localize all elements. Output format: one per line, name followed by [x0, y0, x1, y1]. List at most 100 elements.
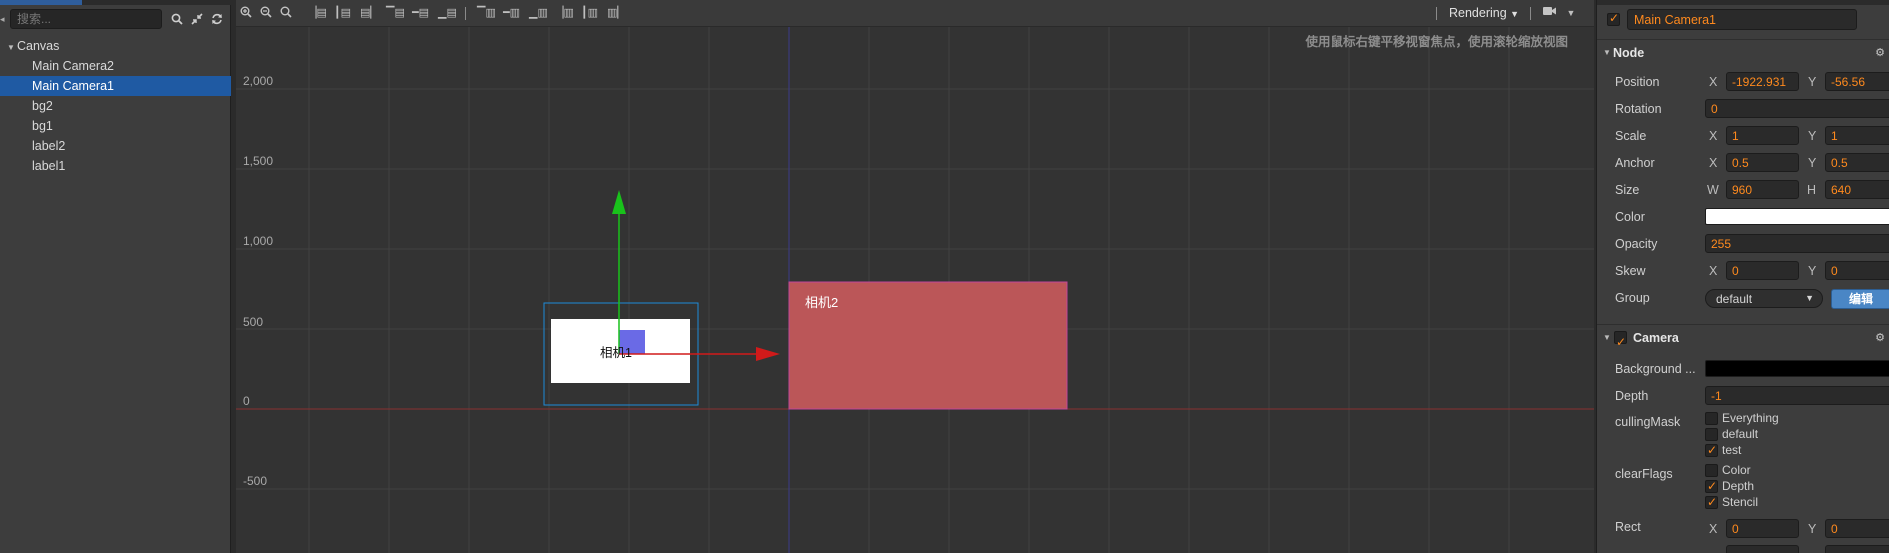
position-y-field[interactable]: -56.56	[1825, 72, 1889, 91]
camera-enabled-checkbox[interactable]	[1614, 329, 1627, 355]
scene-hint: 使用鼠标右键平移视窗焦点，使用滚轮缩放视图	[1305, 35, 1568, 49]
inspector-panel: Main Camera1 ▼ Node ⚙ Position X -1922.9…	[1596, 0, 1889, 553]
align-right-icon[interactable]: ▤▏	[360, 6, 379, 20]
rect-h-field[interactable]	[1825, 545, 1889, 553]
rect-w-field[interactable]	[1726, 545, 1799, 553]
skew-y-field[interactable]: 0	[1825, 261, 1889, 280]
distribute-vcenter-icon[interactable]: ━▥	[503, 6, 520, 20]
tree-node-label: Canvas	[17, 39, 60, 53]
checkbox-checked[interactable]	[1705, 478, 1718, 494]
node-name-field[interactable]: Main Camera1	[1627, 9, 1857, 30]
search-icon[interactable]	[170, 13, 184, 27]
section-expand-icon[interactable]: ▼	[1603, 40, 1611, 66]
distribute-left-icon[interactable]: ▕▥	[555, 6, 574, 20]
skew-x-label: X	[1709, 264, 1718, 278]
gizmo-up-arrow-icon[interactable]	[612, 190, 626, 214]
zoom-out-icon[interactable]	[260, 6, 274, 20]
position-x-field[interactable]: -1922.931	[1726, 72, 1799, 91]
scale-label: Scale	[1615, 129, 1647, 143]
anchor-x-field[interactable]: 0.5	[1726, 153, 1799, 172]
checkbox-checked[interactable]	[1705, 494, 1718, 510]
size-h-label: H	[1807, 183, 1817, 197]
size-w-label: W	[1707, 183, 1719, 197]
camera-chevron-down-icon[interactable]: ▼	[1564, 6, 1578, 20]
y-axis-tick-label: -500	[243, 474, 268, 488]
anchor-y-field[interactable]: 0.5	[1825, 153, 1889, 172]
collapse-icon[interactable]	[190, 13, 204, 27]
hierarchy-toolbar: ◂	[0, 5, 231, 33]
align-bottom-icon[interactable]: ▁▤	[438, 6, 457, 20]
checkbox[interactable]	[1705, 412, 1718, 425]
rotation-field[interactable]: 0	[1705, 99, 1889, 118]
tree-node-label: bg1	[32, 119, 53, 133]
distribute-top-icon[interactable]: ▔▥	[477, 6, 496, 20]
size-w-field[interactable]: 960	[1726, 180, 1799, 199]
option-label: test	[1722, 443, 1742, 457]
group-dropdown[interactable]: default ▼	[1705, 289, 1823, 308]
scene-view[interactable]: 2,000 1,500 1,000 500 0 -500 相机2 相机1 ▕▤ …	[236, 0, 1594, 553]
background-color-swatch[interactable]	[1705, 360, 1889, 377]
position-x-label: X	[1709, 75, 1718, 89]
opacity-label: Opacity	[1615, 237, 1658, 251]
background-label: Background ...	[1615, 362, 1696, 376]
opacity-field[interactable]: 255	[1705, 234, 1889, 253]
align-hcenter-icon[interactable]: ┃▤	[334, 6, 351, 20]
align-vcenter-icon[interactable]: ━▤	[412, 6, 429, 20]
tree-node[interactable]: label1	[0, 156, 231, 176]
distribute-right-icon[interactable]: ▥▏	[607, 6, 626, 20]
scale-y-label: Y	[1808, 129, 1817, 143]
option-label: Depth	[1722, 479, 1755, 493]
collapse-left-icon[interactable]: ◂	[0, 14, 6, 25]
chevron-down-icon: ▼	[1510, 9, 1520, 19]
hierarchy-search-input[interactable]	[10, 9, 162, 29]
scale-x-field[interactable]: 1	[1726, 126, 1799, 145]
gizmo-right-arrow-icon[interactable]	[756, 347, 780, 361]
align-top-icon[interactable]: ▔▤	[386, 6, 405, 20]
y-axis-tick-label: 0	[243, 394, 250, 408]
checkbox-checked[interactable]	[1705, 442, 1718, 458]
node-section-title: Node	[1613, 46, 1645, 60]
expand-caret-icon[interactable]: ▼	[7, 38, 17, 58]
tree-node[interactable]: Main Camera2	[0, 56, 231, 76]
anchor-label: Anchor	[1615, 156, 1655, 170]
group-edit-button[interactable]: 编辑	[1831, 289, 1889, 309]
skew-x-field[interactable]: 0	[1726, 261, 1799, 280]
tree-node-label: label1	[32, 159, 66, 173]
tree-node[interactable]: bg1	[0, 116, 231, 136]
checkbox[interactable]	[1705, 428, 1718, 441]
checkbox[interactable]	[1705, 464, 1718, 477]
anchor-x-label: X	[1709, 156, 1718, 170]
tree-node[interactable]: bg2	[0, 96, 231, 116]
align-left-icon[interactable]: ▕▤	[308, 6, 327, 20]
depth-label: Depth	[1615, 389, 1649, 403]
gear-icon[interactable]: ⚙	[1875, 325, 1885, 351]
rect-y-field[interactable]: 0	[1825, 519, 1889, 538]
rect-x-field[interactable]: 0	[1726, 519, 1799, 538]
group-value: default	[1716, 292, 1753, 306]
zoom-reset-icon[interactable]	[280, 6, 294, 20]
tree-node-label: label2	[32, 139, 66, 153]
rendering-dropdown[interactable]: Rendering ▼	[1449, 6, 1519, 20]
gear-icon[interactable]: ⚙	[1875, 40, 1885, 66]
refresh-icon[interactable]	[210, 13, 224, 27]
y-axis-tick-label: 1,500	[243, 154, 274, 168]
distribute-bottom-icon[interactable]: ▁▥	[529, 6, 548, 20]
hierarchy-panel: ◂ ▼Canvas Main Camera2 Main Camera1 bg2 …	[0, 0, 231, 553]
distribute-hcenter-icon[interactable]: ┃▥	[581, 6, 598, 20]
tree-node[interactable]: label2	[0, 136, 231, 156]
size-h-field[interactable]: 640	[1825, 180, 1889, 199]
hierarchy-tree: ▼ Canvas Main Camera2 Main Camera1 bg2 bg…	[0, 36, 231, 176]
depth-field[interactable]: -1	[1705, 386, 1889, 405]
tree-node-canvas[interactable]: ▼ Canvas	[0, 36, 231, 56]
group-label: Group	[1615, 291, 1650, 305]
tree-node-label: bg2	[32, 99, 53, 113]
zoom-in-icon[interactable]	[240, 6, 254, 20]
node-enabled-checkbox[interactable]	[1607, 11, 1620, 26]
section-expand-icon[interactable]: ▼	[1603, 325, 1611, 351]
node-section-header[interactable]: ▼ Node ⚙	[1597, 39, 1889, 65]
tree-node-selected[interactable]: Main Camera1	[0, 76, 231, 96]
scene-canvas[interactable]	[236, 0, 1594, 553]
scale-y-field[interactable]: 1	[1825, 126, 1889, 145]
color-swatch[interactable]	[1705, 208, 1889, 225]
camera-section-header[interactable]: ▼ Camera ⚙	[1597, 324, 1889, 355]
